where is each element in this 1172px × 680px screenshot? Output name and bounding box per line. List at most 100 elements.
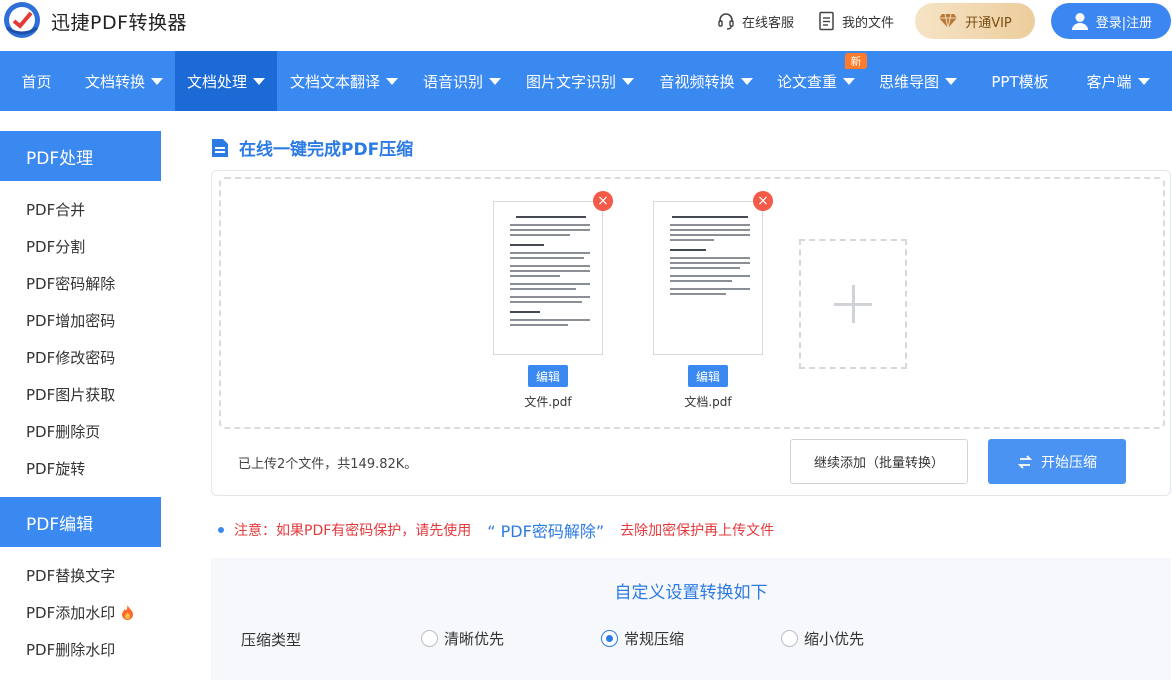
nav-item-label: 图片文字识别 [525,72,616,91]
online-service-label: 在线客服 [742,15,795,31]
file-thumbnail[interactable] [493,201,603,355]
online-service-link[interactable]: 在线客服 [716,11,794,31]
my-files-link[interactable]: 我的文件 [818,11,894,31]
nav-item-label: 思维导图 [878,72,939,91]
chevron-down-icon [843,77,855,85]
file-drop-zone[interactable]: × 编辑 文件.pdf × 编辑 文档.pdf [219,177,1165,429]
page-title: 在线一键完成PDF压缩 [211,135,413,160]
upload-panel: × 编辑 文件.pdf × 编辑 文档.pdf 已上传2个文件，共149.82K… [211,170,1171,496]
sidebar-item-pdf-split[interactable]: PDF分割 [0,228,161,265]
delete-file-button[interactable]: × [753,191,773,211]
nav-item-mind-map[interactable]: 思维导图 [867,51,969,111]
chevron-down-icon [151,77,163,85]
user-icon [1071,13,1088,30]
continue-add-button[interactable]: 继续添加（批量转换） [790,439,968,484]
settings-panel: 自定义设置转换如下 压缩类型 清晰优先 常规压缩 缩小优先 [211,558,1171,680]
nav-item-doc-process[interactable]: 文档处理 [175,51,277,111]
login-register-label: 登录|注册 [1095,15,1153,31]
chevron-down-icon [945,77,957,85]
top-header: 迅捷PDF转换器 在线客服 我的文件 开通VIP 登录|注册 [0,0,1172,51]
document-icon [819,11,834,31]
chevron-down-icon [386,77,398,85]
chevron-down-icon [740,77,753,85]
add-file-tile[interactable] [799,239,907,369]
my-files-label: 我的文件 [842,15,895,31]
radio-clarity-first[interactable]: 清晰优先 [421,628,504,649]
login-register-button[interactable]: 登录|注册 [1051,3,1171,39]
file-thumbnail[interactable] [653,201,763,355]
nav-item-image-ocr[interactable]: 图片文字识别 [513,51,647,111]
pdf-password-removal-link[interactable]: “ PDF密码解除” [487,518,604,542]
radio-normal-compress[interactable]: 常规压缩 [601,628,684,649]
sidebar-item-pdf-add-watermark[interactable]: PDF添加水印 [0,594,161,631]
nav-item-doc-translate[interactable]: 文档文本翻译 [277,51,411,111]
sidebar-item-label: PDF添加水印 [26,604,116,622]
chevron-down-icon [253,77,265,85]
nav-item-label: 客户端 [1086,72,1132,91]
diamond-icon [939,13,958,29]
nav-item-label: 首页 [21,72,52,91]
fire-icon [122,605,134,620]
file-card: × 编辑 文档.pdf [653,191,773,410]
edit-file-button[interactable]: 编辑 [688,365,728,387]
notice-line: 注意：如果PDF有密码保护，请先使用 “ PDF密码解除” 去除加密保护再上传文… [218,518,774,542]
upload-status-text: 已上传2个文件，共149.82K。 [238,457,418,472]
open-vip-button[interactable]: 开通VIP [915,3,1035,39]
close-icon: × [757,193,769,209]
nav-item-home[interactable]: 首页 [0,51,73,111]
sidebar-item-pdf-remove-password[interactable]: PDF密码解除 [0,265,161,302]
file-name: 文档.pdf [684,395,732,409]
page-title-label: 在线一键完成PDF压缩 [239,140,414,160]
brand-name[interactable]: 迅捷PDF转换器 [51,8,187,35]
start-compress-button[interactable]: 开始压缩 [988,439,1126,484]
chevron-down-icon [489,77,501,85]
delete-file-button[interactable]: × [593,191,613,211]
sidebar-section-pdf-process[interactable]: PDF处理 [0,131,161,181]
sidebar-item-pdf-replace-text[interactable]: PDF替换文字 [0,557,161,594]
radio-smaller-first[interactable]: 缩小优先 [781,628,864,649]
document-icon [212,138,228,157]
file-name: 文件.pdf [524,395,572,409]
edit-file-button[interactable]: 编辑 [528,365,568,387]
nav-item-speech-recognition[interactable]: 语音识别 [411,51,513,111]
radio-label: 缩小优先 [804,630,865,648]
nav-item-client[interactable]: 客户端 [1071,51,1165,111]
nav-item-label: 文档转换 [84,72,145,91]
file-card: × 编辑 文件.pdf [493,191,613,410]
sidebar-item-pdf-remove-watermark[interactable]: PDF删除水印 [0,631,161,668]
nav-item-label: 音视频转换 [659,72,735,91]
sidebar: PDF处理 PDF合并 PDF分割 PDF密码解除 PDF增加密码 PDF修改密… [0,131,161,668]
nav-item-label: 文档处理 [186,72,247,91]
nav-item-label: PPT模板 [991,72,1049,91]
radio-label: 清晰优先 [444,630,505,648]
radio-button-selected-icon [601,630,618,647]
radio-button-icon [781,630,798,647]
bullet-dot [218,527,224,533]
sidebar-item-pdf-change-password[interactable]: PDF修改密码 [0,339,161,376]
app-logo-icon[interactable] [2,0,42,40]
compress-type-label: 压缩类型 [241,631,302,649]
sidebar-section-pdf-edit[interactable]: PDF编辑 [0,497,161,547]
notice-suffix: 去除加密保护再上传文件 [620,523,775,539]
sidebar-item-pdf-extract-images[interactable]: PDF图片获取 [0,376,161,413]
nav-item-label: 语音识别 [422,72,483,91]
main-nav-bar: 首页 文档转换 文档处理 文档文本翻译 语音识别 图片文字识别 音视频转换 论文… [0,51,1172,111]
settings-title: 自定义设置转换如下 [614,583,768,603]
nav-item-doc-convert[interactable]: 文档转换 [73,51,175,111]
start-compress-label: 开始压缩 [1041,454,1097,471]
sidebar-item-pdf-rotate[interactable]: PDF旋转 [0,450,161,487]
headset-icon [718,13,734,30]
sidebar-item-pdf-add-password[interactable]: PDF增加密码 [0,302,161,339]
radio-label: 常规压缩 [624,630,685,648]
nav-item-ppt-template[interactable]: PPT模板 [969,51,1071,111]
new-badge: 新 [845,53,867,69]
nav-item-av-convert[interactable]: 音视频转换 [647,51,765,111]
nav-item-label: 文档文本翻译 [289,72,380,91]
plus-icon [851,285,855,323]
sidebar-item-pdf-merge[interactable]: PDF合并 [0,191,161,228]
chevron-down-icon [622,77,634,85]
notice-prefix: 注意：如果PDF有密码保护，请先使用 [234,523,472,539]
nav-item-label: 论文查重 [776,72,837,91]
close-icon: × [597,193,609,209]
sidebar-item-pdf-delete-pages[interactable]: PDF删除页 [0,413,161,450]
